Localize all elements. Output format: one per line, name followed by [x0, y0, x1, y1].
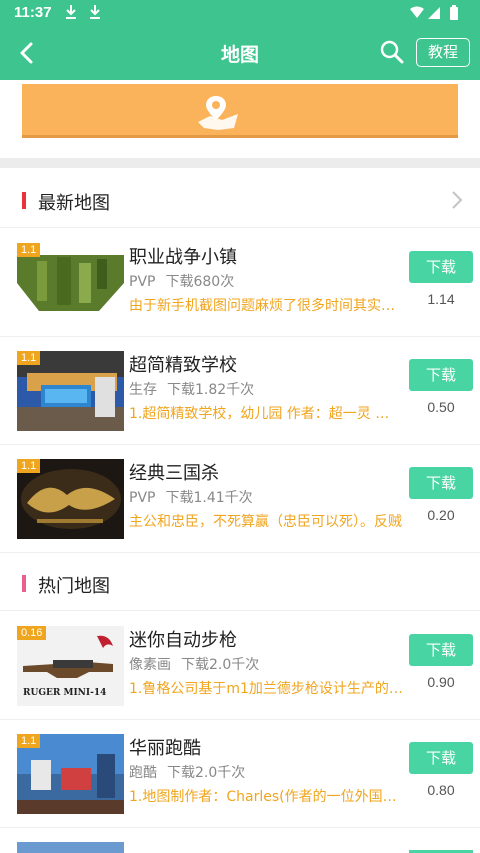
chevron-right-icon[interactable]	[450, 189, 464, 211]
map-list-item[interactable]: 1.1 超简精致学校 生存 下载1.82千次 1.超简精致学校，幼儿园 作者：超一…	[0, 337, 480, 445]
download-button[interactable]: 下载	[409, 359, 473, 391]
version-badge: 1.1	[17, 459, 41, 473]
download-button[interactable]: 下载	[409, 634, 473, 666]
map-thumbnail: RUGER MINI-14 0.16	[17, 626, 124, 706]
section-marker	[22, 192, 26, 209]
map-name: 超简精致学校	[129, 355, 237, 376]
file-size: 0.80	[427, 782, 455, 798]
map-description: 1.超简精致学校，幼儿园 作者：超一灵 建造者	[129, 406, 403, 422]
thumbnail-caption: RUGER MINI-14	[23, 688, 107, 698]
map-thumbnail	[17, 842, 124, 853]
section-header-hot[interactable]: 热门地图	[0, 555, 480, 611]
search-icon[interactable]	[379, 39, 405, 65]
map-name: 经典三国杀	[129, 463, 219, 484]
download-count: 下载1.82千次	[167, 382, 255, 398]
version-badge: 0.16	[17, 626, 47, 640]
tutorial-button[interactable]: 教程	[416, 38, 470, 67]
download-count: 下载2.0千次	[167, 765, 246, 781]
map-list-item[interactable]: 1.1 经典三国杀 PVP 下载1.41千次 主公和忠臣，不死算赢（忠臣可以死）。…	[0, 445, 480, 553]
wifi-icon	[410, 6, 424, 18]
status-time: 11:37	[14, 4, 52, 21]
section-header-newest[interactable]: 最新地图	[0, 172, 480, 228]
map-category: 生存	[129, 382, 157, 398]
download-button[interactable]: 下载	[409, 251, 473, 283]
map-thumbnail: 1.1	[17, 243, 124, 323]
page-title: 地图	[220, 44, 259, 66]
map-list-item[interactable]: RUGER MINI-14 0.16 迷你自动步枪 像素画 下载2.0千次 1.鲁…	[0, 612, 480, 720]
map-meta: 像素画 下载2.0千次	[129, 654, 259, 674]
map-pin-icon	[198, 96, 238, 130]
download-count: 下载680次	[165, 274, 235, 290]
version-badge: 1.1	[17, 734, 41, 748]
section-title: 热门地图	[38, 576, 110, 597]
map-category: PVP	[129, 490, 156, 506]
file-size: 0.50	[427, 399, 455, 415]
app-bar: 地图 教程	[0, 26, 480, 80]
map-category: PVP	[129, 274, 156, 290]
download-count: 下载1.41千次	[165, 490, 253, 506]
map-category: 像素画	[129, 657, 171, 673]
download-notification-icon	[90, 5, 100, 19]
map-thumbnail: 1.1	[17, 351, 124, 431]
banner[interactable]	[22, 84, 458, 138]
status-bar: 11:37	[0, 0, 480, 26]
download-count: 下载2.0千次	[181, 657, 260, 673]
download-button[interactable]: 下载	[409, 742, 473, 774]
download-button[interactable]: 下载	[409, 467, 473, 499]
map-thumbnail: 1.1	[17, 734, 124, 814]
file-size: 0.90	[427, 674, 455, 690]
map-meta: 生存 下载1.82千次	[129, 379, 254, 399]
version-badge: 1.1	[17, 243, 41, 257]
signal-icon	[428, 7, 440, 19]
file-size: 1.14	[427, 291, 455, 307]
map-description: 1.地图制作者：Charles(作者的一位外国好友)	[129, 789, 403, 805]
map-description: 1.鲁格公司基于m1加兰德步枪设计生产的.223	[129, 681, 403, 697]
map-description: 由于新手机截图问题麻烦了很多时间其实这个地图早就做好了	[129, 298, 403, 314]
map-meta: PVP 下载1.41千次	[129, 487, 253, 507]
map-list-item-partial[interactable]	[0, 828, 480, 853]
file-size: 0.20	[427, 507, 455, 523]
map-thumbnail: 1.1	[17, 459, 124, 539]
map-meta: 跑酷 下载2.0千次	[129, 762, 245, 782]
section-divider	[0, 158, 480, 168]
map-meta: PVP 下载680次	[129, 271, 234, 291]
map-category: 跑酷	[129, 765, 157, 781]
map-list-item[interactable]: 1.1 职业战争小镇 PVP 下载680次 由于新手机截图问题麻烦了很多时间其实这…	[0, 229, 480, 337]
download-notification-icon	[66, 5, 76, 19]
battery-icon	[450, 7, 458, 20]
system-status-icons	[410, 5, 458, 20]
map-name: 迷你自动步枪	[129, 630, 237, 651]
section-title: 最新地图	[38, 193, 110, 214]
map-description: 主公和忠臣，不死算赢（忠臣可以死）。反贼	[129, 514, 402, 530]
section-marker	[22, 575, 26, 592]
map-name: 华丽跑酷	[129, 738, 201, 759]
map-list-item[interactable]: 1.1 华丽跑酷 跑酷 下载2.0千次 1.地图制作者：Charles(作者的一位…	[0, 720, 480, 828]
version-badge: 1.1	[17, 351, 41, 365]
map-name: 职业战争小镇	[129, 247, 237, 268]
